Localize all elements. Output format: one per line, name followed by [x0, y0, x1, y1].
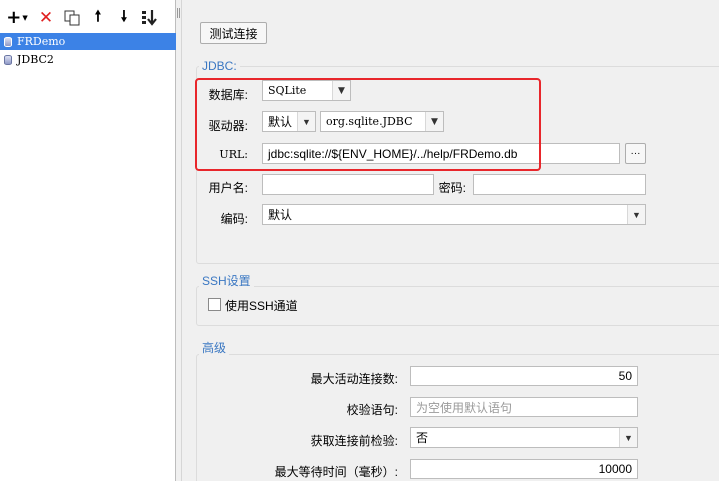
test-connection-label: 测试连接	[209, 26, 258, 41]
chevron-down-icon: ▼	[619, 428, 637, 447]
encoding-label: 编码:	[220, 212, 248, 226]
max-wait-label: 最大等待时间（毫秒）:	[274, 465, 398, 479]
encoding-value: 默认	[268, 208, 293, 222]
jdbc-legend: JDBC:	[199, 59, 240, 73]
delete-connection-button[interactable]: ✕	[36, 8, 56, 28]
url-input[interactable]: jdbc:sqlite://${ENV_HOME}/../help/FRDemo…	[262, 143, 620, 164]
encoding-select[interactable]: 默认 ▼	[262, 204, 646, 225]
tree-item-jdbc2[interactable]: JDBC2	[0, 51, 176, 68]
driver-mode-select[interactable]: 默认 ▼	[262, 111, 316, 132]
sort-icon	[142, 10, 157, 26]
plus-dropdown-icon: +	[6, 7, 22, 28]
advanced-legend: 高级	[199, 339, 230, 356]
chevron-down-icon: ▼	[297, 112, 315, 131]
move-up-button[interactable]: 🠕	[88, 6, 108, 28]
chevron-down-icon: ▼	[627, 205, 645, 224]
driver-select[interactable]: org.sqlite.JDBC ▼	[320, 111, 444, 132]
max-active-input[interactable]: 50	[410, 366, 638, 386]
password-label: 密码:	[438, 181, 466, 195]
database-select[interactable]: SQLite ▼	[262, 80, 351, 101]
chevron-down-icon: ▼	[332, 81, 350, 100]
driver-mode-value: 默认	[268, 115, 293, 129]
tree-item-frdemo[interactable]: FRDemo	[0, 33, 176, 50]
connection-list-pane: + ▼ ✕ 🠕 🠗 FRDemo JDBC2	[0, 0, 176, 481]
test-on-borrow-value: 否	[416, 431, 429, 445]
tree-item-label: FRDemo	[17, 35, 66, 48]
username-label: 用户名:	[208, 181, 248, 195]
url-label: URL:	[219, 148, 248, 161]
username-input[interactable]	[262, 174, 434, 195]
ellipsis-icon: ···	[630, 148, 641, 159]
test-on-borrow-label: 获取连接前检验:	[310, 434, 398, 448]
url-browse-button[interactable]: ···	[625, 143, 646, 164]
database-label: 数据库:	[208, 88, 248, 102]
splitter-grip-icon	[177, 8, 180, 18]
arrow-up-icon: 🠕	[94, 6, 102, 25]
chevron-down-icon: ▼	[425, 112, 443, 131]
copy-connection-button[interactable]	[61, 8, 83, 28]
red-x-icon: ✕	[38, 8, 54, 28]
max-active-label: 最大活动连接数:	[310, 372, 398, 386]
copy-icon	[64, 10, 80, 26]
database-icon	[4, 36, 12, 47]
test-connection-button[interactable]: 测试连接	[200, 22, 267, 44]
password-input[interactable]	[473, 174, 646, 195]
validation-query-input[interactable]: 为空使用默认语句	[410, 397, 638, 417]
driver-value: org.sqlite.JDBC	[326, 115, 413, 128]
driver-label: 驱动器:	[208, 119, 248, 133]
database-icon	[4, 54, 12, 65]
pane-splitter[interactable]	[176, 0, 182, 481]
arrow-down-icon: 🠗	[120, 6, 128, 25]
ssh-checkbox[interactable]	[208, 298, 221, 311]
tree-item-label: JDBC2	[17, 53, 54, 66]
sort-button[interactable]	[139, 8, 161, 28]
add-connection-button[interactable]: + ▼	[4, 8, 30, 28]
max-wait-input[interactable]: 10000	[410, 459, 638, 479]
database-value: SQLite	[268, 84, 307, 97]
ssh-checkbox-label: 使用SSH通道	[225, 299, 298, 313]
connection-toolbar: + ▼ ✕ 🠕 🠗	[0, 6, 176, 30]
validation-query-placeholder: 为空使用默认语句	[416, 400, 513, 415]
move-down-button[interactable]: 🠗	[114, 6, 134, 28]
validation-query-label: 校验语句:	[346, 403, 398, 417]
ssh-legend: SSH设置	[199, 272, 254, 289]
test-on-borrow-select[interactable]: 否 ▼	[410, 427, 638, 448]
